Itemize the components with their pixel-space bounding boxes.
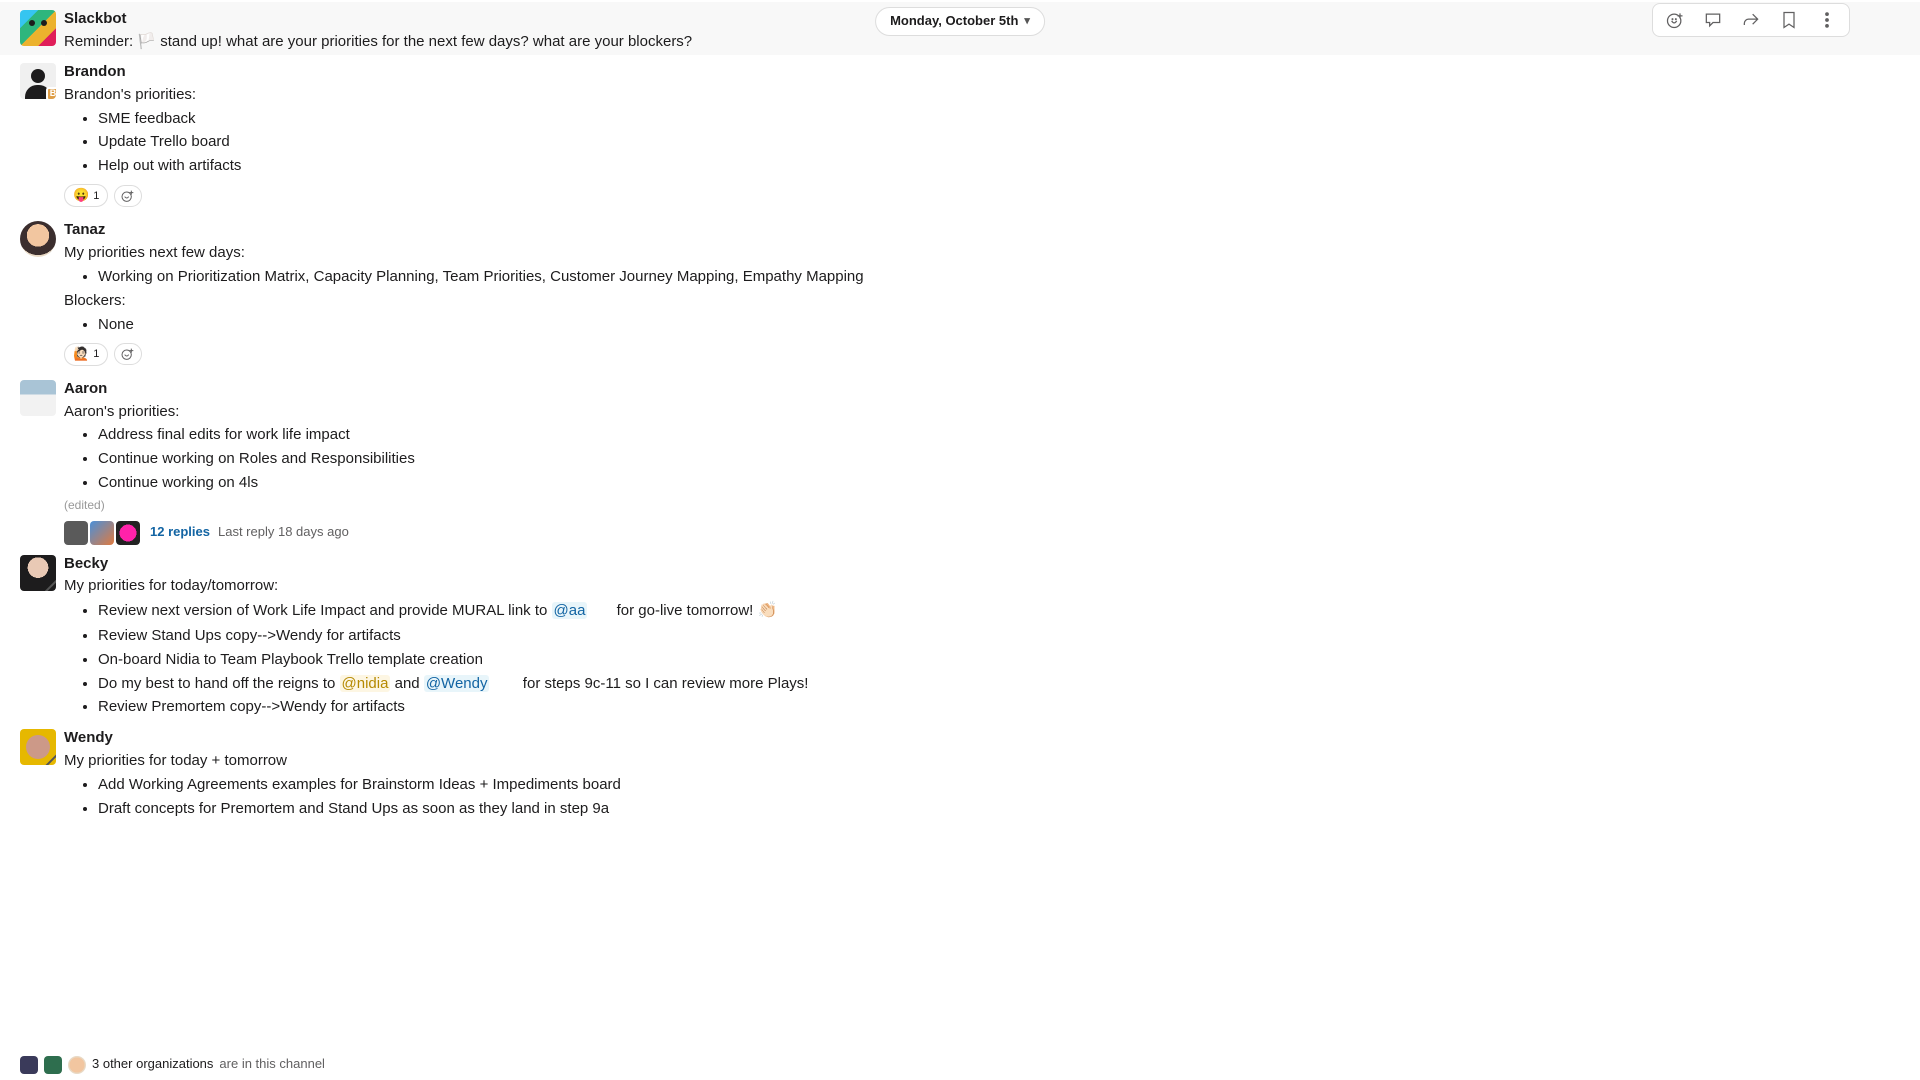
edit-indicator-icon [45,754,56,765]
message-intro: My priorities for today + tomorrow [64,750,1380,772]
reaction-count: 1 [93,188,99,204]
reaction-emoji: 😛 [73,186,89,205]
text-segment: On-board Nidia to Team Playbook Trello t… [98,651,483,668]
footer-strong: 3 other organizations [92,1055,213,1074]
reactions-row: 😛 1 [64,184,1380,207]
author-name[interactable]: Tanaz [64,219,1840,241]
message-actions-bar [1652,3,1850,37]
list-item: Review Premortem copy-->Wendy for artifa… [98,695,1840,719]
author-name[interactable]: Becky [64,553,1840,575]
avatar-becky[interactable] [20,555,56,591]
list-item: None [98,313,1840,337]
avatar-badge: B [46,87,56,99]
date-label: Monday, October 5th [890,12,1018,31]
clap-emoji: 👏🏻 [758,602,778,619]
avatar-tanaz[interactable] [20,221,56,257]
add-reaction-icon[interactable] [1665,10,1685,30]
edited-label: (edited) [64,497,1380,515]
list-item: Continue working on Roles and Responsibi… [98,447,1380,471]
thread-avatar [116,521,140,545]
thread-avatar [64,521,88,545]
message-becky: Becky My priorities for today/tomorrow: … [0,547,1920,722]
list-item: Address final edits for work life impact [98,423,1380,447]
reaction-emoji: 🙋🏻 [73,345,89,364]
list-item: Add Working Agreements examples for Brai… [98,773,1380,797]
bullet-list: Working on Prioritization Matrix, Capaci… [64,265,1840,289]
thread-icon[interactable] [1703,10,1723,30]
message-brandon: B Brandon Brandon's priorities: SME feed… [0,55,1920,213]
message-intro: My priorities for today/tomorrow: [64,575,1840,597]
org-avatar [44,1056,62,1074]
author-name[interactable]: Wendy [64,727,1380,749]
thread-avatar [90,521,114,545]
list-item: Help out with artifacts [98,154,1380,178]
text-segment: Reminder: [64,33,137,50]
more-actions-icon[interactable] [1817,10,1837,30]
message-intro: Aaron's priorities: [64,401,1380,423]
avatar-brandon[interactable]: B [20,63,56,99]
message-second-label: Blockers: [64,290,1840,312]
reaction-count: 1 [93,346,99,362]
text-segment: for steps 9c-11 so I can review more Pla… [489,675,808,692]
org-avatar [68,1056,86,1074]
avatar-aaron[interactable] [20,380,56,416]
avatar-slackbot[interactable] [20,10,56,46]
text-segment: and [390,675,423,692]
bullet-list: Add Working Agreements examples for Brai… [64,773,1380,821]
share-icon[interactable] [1741,10,1761,30]
thread-meta: Last reply 18 days ago [218,523,349,542]
bullet-list: Address final edits for work life impact… [64,423,1380,495]
bullet-list: None [64,313,1840,337]
list-item: On-board Nidia to Team Playbook Trello t… [98,648,1840,672]
thread-avatars [64,521,142,545]
text-segment: Do my best to hand off the reigns to [98,675,340,692]
footer-rest: are in this channel [219,1055,325,1074]
mention[interactable]: @Wendy [424,675,490,692]
reaction-pill[interactable]: 😛 1 [64,184,108,207]
date-divider-pill[interactable]: Monday, October 5th ▾ [875,7,1045,36]
list-item: Review Stand Ups copy-->Wendy for artifa… [98,624,1840,648]
channel-orgs-footer[interactable]: 3 other organizations are in this channe… [20,1055,325,1074]
list-item: Draft concepts for Premortem and Stand U… [98,797,1380,821]
org-avatar [20,1056,38,1074]
list-item: SME feedback [98,107,1380,131]
mention[interactable]: @aa [552,602,588,619]
list-item: Do my best to hand off the reigns to @ni… [98,672,1840,696]
avatar-wendy[interactable] [20,729,56,765]
mention[interactable]: @nidia [340,675,391,692]
flag-emoji: 🏳️ [137,33,156,50]
reaction-pill[interactable]: 🙋🏻 1 [64,343,108,366]
bookmark-icon[interactable] [1779,10,1799,30]
add-reaction-button[interactable] [114,343,142,365]
message-tanaz: Tanaz My priorities next few days: Worki… [0,213,1920,371]
message-wendy: Wendy My priorities for today + tomorrow… [0,721,1920,823]
text-segment: Review next version of Work Life Impact … [98,602,552,619]
reactions-row: 🙋🏻 1 [64,343,1840,366]
list-item: Review next version of Work Life Impact … [98,598,1840,623]
chevron-down-icon: ▾ [1024,13,1030,29]
bullet-list: Review next version of Work Life Impact … [64,598,1840,719]
list-item: Working on Prioritization Matrix, Capaci… [98,265,1840,289]
text-segment: stand up! what are your priorities for t… [156,33,692,50]
bullet-list: SME feedback Update Trello board Help ou… [64,107,1380,179]
text-segment: for go-live tomorrow! [587,602,757,619]
edit-indicator-icon [45,580,56,591]
message-list: Slackbot Reminder: 🏳️ stand up! what are… [0,0,1920,863]
edit-indicator-icon [45,246,56,257]
message-aaron: Aaron Aaron's priorities: Address final … [0,372,1920,547]
message-intro: My priorities next few days: [64,242,1840,264]
author-name[interactable]: Aaron [64,378,1380,400]
list-item: Update Trello board [98,130,1380,154]
add-reaction-button[interactable] [114,185,142,207]
text-segment: Review Stand Ups copy-->Wendy for artifa… [98,627,401,644]
author-name[interactable]: Brandon [64,61,1380,83]
list-item: Continue working on 4ls [98,471,1380,495]
message-intro: Brandon's priorities: [64,84,1380,106]
thread-summary[interactable]: 12 replies Last reply 18 days ago [64,521,1380,545]
thread-replies-link: 12 replies [150,523,210,542]
text-segment: Review Premortem copy-->Wendy for artifa… [98,698,405,715]
